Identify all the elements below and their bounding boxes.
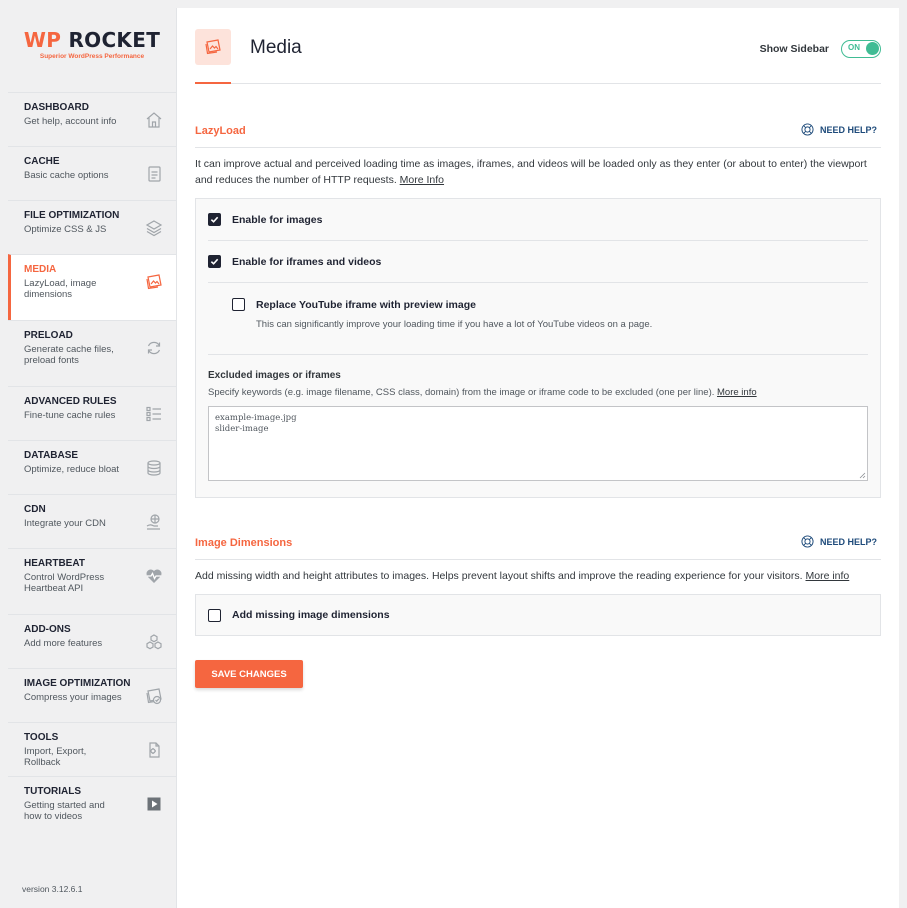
- youtube-preview-desc: This can significantly improve your load…: [256, 319, 653, 330]
- dimensions-title: Image Dimensions: [195, 537, 293, 549]
- addons-icon: [144, 632, 164, 652]
- lazyload-options-panel: Enable for images Enable for iframes and…: [195, 198, 881, 498]
- excluded-field: Excluded images or iframes Specify keywo…: [208, 355, 868, 497]
- resize-grip-icon[interactable]: [858, 471, 866, 479]
- sidebar-item-advanced-rules[interactable]: ADVANCED RULES Fine-tune cache rules: [8, 386, 176, 440]
- excluded-line: example-image.jpg: [215, 413, 297, 423]
- sidebar-item-desc: Getting started and how to videos: [24, 800, 105, 822]
- need-help-label: NEED HELP?: [819, 536, 877, 547]
- dimensions-description: Add missing width and height attributes …: [195, 568, 881, 584]
- lifebuoy-icon: [801, 123, 814, 136]
- option-youtube-preview: Replace YouTube iframe with preview imag…: [208, 283, 868, 355]
- header-accent-bar: [195, 82, 231, 84]
- sidebar-item-preload[interactable]: PRELOAD Generate cache files, preload fo…: [8, 320, 176, 386]
- sidebar-item-desc: Compress your images: [24, 692, 122, 703]
- lifebuoy-icon: [801, 535, 814, 548]
- sidebar-item-database[interactable]: DATABASE Optimize, reduce bloat: [8, 440, 176, 494]
- enable-images-checkbox[interactable]: [208, 213, 221, 226]
- page-header: Media Show Sidebar ON: [195, 8, 881, 84]
- sidebar-item-dashboard[interactable]: DASHBOARD Get help, account info: [8, 92, 176, 146]
- sidebar-item-desc: Basic cache options: [24, 170, 109, 181]
- enable-iframes-label[interactable]: Enable for iframes and videos: [232, 256, 381, 268]
- main-content: Media Show Sidebar ON LazyLoad NEED HELP…: [177, 8, 899, 908]
- sidebar-item-desc: Fine-tune cache rules: [24, 410, 116, 421]
- youtube-preview-label[interactable]: Replace YouTube iframe with preview imag…: [256, 299, 476, 311]
- show-sidebar-label: Show Sidebar: [759, 43, 829, 55]
- checkmark-icon: [210, 258, 219, 265]
- enable-images-label[interactable]: Enable for images: [232, 214, 322, 226]
- show-sidebar-control: Show Sidebar ON: [760, 40, 881, 58]
- excluded-more-info-link[interactable]: More info: [717, 387, 757, 398]
- dimensions-desc-text: Add missing width and height attributes …: [195, 570, 803, 582]
- sidebar-item-desc: Optimize, reduce bloat: [24, 464, 120, 475]
- sidebar-item-desc: Import, Export, Rollback: [24, 746, 87, 768]
- sidebar-item-desc: Optimize CSS & JS: [24, 224, 107, 235]
- excluded-desc-text: Specify keywords (e.g. image filename, C…: [208, 387, 715, 398]
- lazyload-section-header: LazyLoad NEED HELP?: [195, 118, 881, 148]
- sidebar-item-cdn[interactable]: CDN Integrate your CDN: [8, 494, 176, 548]
- version-label: version 3.12.6.1: [22, 884, 83, 894]
- sidebar-item-desc: Integrate your CDN: [24, 518, 106, 529]
- lazyload-title: LazyLoad: [195, 125, 246, 137]
- sidebar-item-desc: LazyLoad, image dimensions: [24, 278, 97, 300]
- sidebar-item-media[interactable]: MEDIA LazyLoad, image dimensions: [8, 254, 176, 320]
- lazyload-desc-text: It can improve actual and perceived load…: [195, 158, 867, 186]
- image-dimensions-label[interactable]: Add missing image dimensions: [232, 609, 390, 621]
- layers-icon: [144, 218, 164, 238]
- play-icon: [144, 794, 164, 814]
- enable-iframes-checkbox[interactable]: [208, 255, 221, 268]
- logo-tagline: Superior WordPress Performance: [39, 53, 145, 60]
- youtube-preview-checkbox[interactable]: [232, 298, 245, 311]
- image-dimensions-checkbox[interactable]: [208, 608, 221, 622]
- heartbeat-icon: [144, 566, 164, 586]
- page-title: Media: [250, 37, 302, 58]
- toggle-knob: [866, 42, 879, 55]
- sidebar-item-tutorials[interactable]: TUTORIALS Getting started and how to vid…: [8, 776, 176, 842]
- excluded-title: Excluded images or iframes: [208, 370, 341, 381]
- page-icon: [144, 164, 164, 184]
- sidebar-item-tools[interactable]: TOOLS Import, Export, Rollback: [8, 722, 176, 776]
- lazyload-need-help-link[interactable]: NEED HELP?: [801, 123, 877, 136]
- tools-icon: [144, 740, 164, 760]
- dimensions-need-help-link[interactable]: NEED HELP?: [801, 535, 877, 548]
- toggle-state-label: ON: [848, 43, 860, 52]
- cdn-icon: [144, 512, 164, 532]
- list-icon: [144, 404, 164, 424]
- sidebar-item-add-ons[interactable]: ADD-ONS Add more features: [8, 614, 176, 668]
- database-icon: [144, 458, 164, 478]
- sidebar-item-desc: Generate cache files, preload fonts: [24, 344, 114, 366]
- show-sidebar-toggle[interactable]: ON: [841, 40, 881, 58]
- sidebar-item-heartbeat[interactable]: HEARTBEAT Control WordPress Heartbeat AP…: [8, 548, 176, 614]
- checkmark-icon: [210, 216, 219, 223]
- lazyload-description: It can improve actual and perceived load…: [195, 156, 881, 188]
- save-changes-button[interactable]: SAVE CHANGES: [195, 660, 303, 688]
- option-enable-iframes: Enable for iframes and videos: [208, 241, 868, 283]
- logo-rocket: ROCKET: [61, 28, 161, 52]
- sidebar-item-desc: Control WordPress Heartbeat API: [24, 572, 105, 594]
- excluded-line: slider-image: [215, 424, 269, 434]
- sidebar: WP ROCKET Superior WordPress Performance…: [8, 8, 177, 908]
- sidebar-item-desc: Add more features: [24, 638, 103, 649]
- excluded-description: Specify keywords (e.g. image filename, C…: [208, 387, 868, 398]
- sidebar-item-cache[interactable]: CACHE Basic cache options: [8, 146, 176, 200]
- media-icon: [144, 272, 164, 292]
- sidebar-item-desc: Get help, account info: [24, 116, 117, 127]
- sidebar-item-file-optimization[interactable]: FILE OPTIMIZATION Optimize CSS & JS: [8, 200, 176, 254]
- refresh-icon: [144, 338, 164, 358]
- option-image-dimensions: Add missing image dimensions: [195, 594, 881, 636]
- home-icon: [144, 110, 164, 130]
- excluded-textarea[interactable]: example-image.jpg slider-image: [208, 406, 868, 481]
- dimensions-more-info-link[interactable]: More info: [806, 570, 850, 582]
- logo-wp: WP: [23, 28, 62, 52]
- lazyload-more-info-link[interactable]: More Info: [400, 174, 444, 186]
- need-help-label: NEED HELP?: [819, 124, 877, 135]
- sidebar-item-image-optimization[interactable]: IMAGE OPTIMIZATION Compress your images: [8, 668, 176, 722]
- logo: WP ROCKET Superior WordPress Performance: [8, 8, 176, 92]
- app-window: WP ROCKET Superior WordPress Performance…: [0, 0, 907, 908]
- media-icon: [195, 29, 231, 65]
- dimensions-section-header: Image Dimensions NEED HELP?: [195, 530, 881, 560]
- option-enable-images: Enable for images: [208, 199, 868, 241]
- image-icon: [144, 686, 164, 706]
